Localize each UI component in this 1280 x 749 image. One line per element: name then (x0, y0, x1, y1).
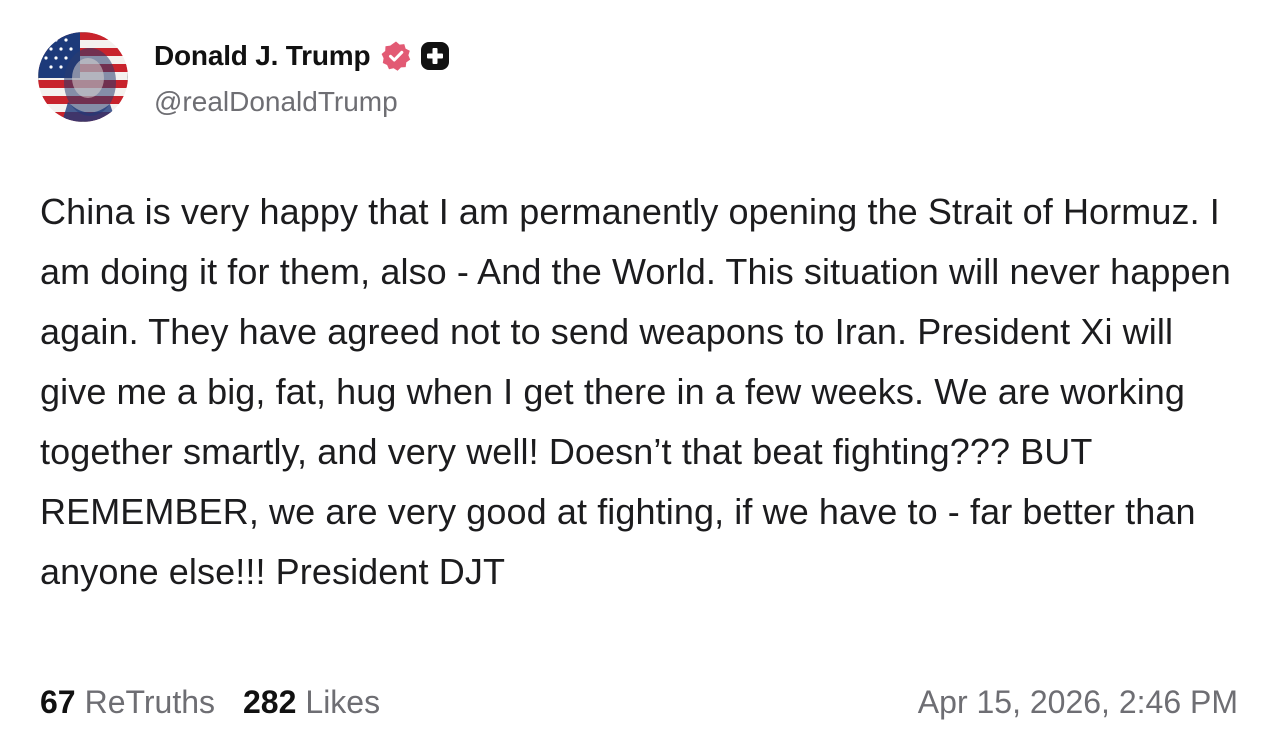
retruths-count: 67 (40, 683, 76, 720)
post-card: Donald J. Trump @realDonaldTrump China i… (0, 0, 1280, 749)
verified-badge-icon (381, 41, 411, 71)
retruths-stat[interactable]: 67 ReTruths (40, 684, 215, 721)
author-name-row: Donald J. Trump (154, 36, 450, 76)
post-timestamp[interactable]: Apr 15, 2026, 2:46 PM (918, 684, 1238, 721)
post-stats: 67 ReTruths 282 Likes (40, 684, 380, 721)
post-footer: 67 ReTruths 282 Likes Apr 15, 2026, 2:46… (40, 680, 1238, 724)
likes-stat[interactable]: 282 Likes (243, 684, 380, 721)
avatar-image (38, 32, 128, 122)
avatar[interactable] (38, 32, 128, 122)
likes-count: 282 (243, 683, 297, 720)
retruths-label: ReTruths (84, 683, 215, 720)
author-handle[interactable]: @realDonaldTrump (154, 86, 398, 118)
truth-plus-icon (421, 42, 450, 70)
author-display-name[interactable]: Donald J. Trump (154, 40, 371, 72)
post-text: China is very happy that I am permanentl… (40, 191, 1231, 592)
likes-label: Likes (305, 683, 381, 720)
